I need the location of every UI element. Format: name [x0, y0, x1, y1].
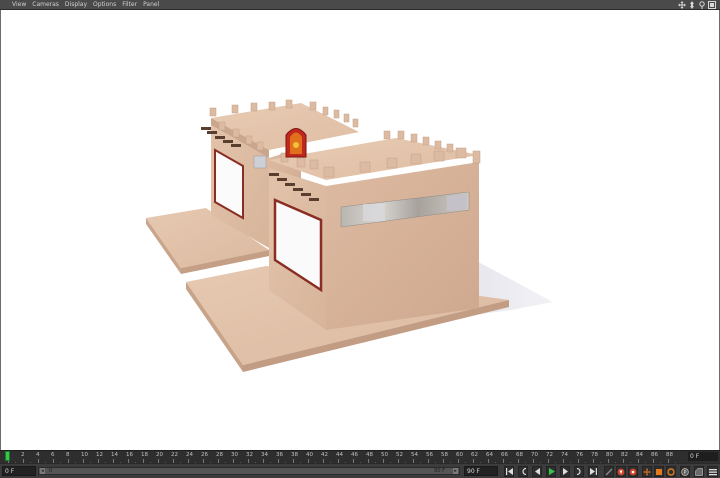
viewport-nav-icons [678, 1, 716, 9]
timeline-tick-label: 74 [561, 452, 568, 458]
timeline-tick-label: 86 [651, 452, 658, 458]
timeline-tick-label: 44 [336, 452, 343, 458]
previous-key-button[interactable] [518, 466, 528, 477]
range-start-value: 0 [49, 468, 53, 474]
timeline-tick-label: 52 [396, 452, 403, 458]
next-frame-button[interactable] [560, 466, 570, 477]
timeline-options-button[interactable] [707, 466, 718, 477]
timeline-tick-label: 68 [516, 452, 523, 458]
record-active-button[interactable] [616, 466, 626, 477]
preview-range-slider[interactable]: ◂ 0 90 F ▸ [38, 467, 460, 475]
timeline-tick-label: 2 [21, 452, 25, 458]
timeline-tick-label: 42 [321, 452, 328, 458]
timeline-tick-label: 82 [621, 452, 628, 458]
timeline-tick-label: 22 [171, 452, 178, 458]
timeline-tick-label: 70 [531, 452, 538, 458]
timeline-tick-label: 50 [381, 452, 388, 458]
timeline-tick-label: 10 [81, 452, 88, 458]
timeline-tick-label: 46 [351, 452, 358, 458]
timeline-tick-label: 8 [66, 452, 70, 458]
range-end-label: 90 F [434, 468, 445, 474]
timeline-tick-label: 62 [471, 452, 478, 458]
start-frame-field[interactable]: 0 F [2, 466, 36, 476]
timeline-tick-label: 64 [486, 452, 493, 458]
svg-text:P: P [683, 470, 686, 476]
timeline-tick-label: 54 [411, 452, 418, 458]
key-position-button[interactable] [642, 466, 652, 477]
timeline-tick-label: 88 [666, 452, 673, 458]
viewport-menubar: View Cameras Display Options Filter Pane… [0, 0, 720, 10]
viewport-3d[interactable] [0, 10, 720, 450]
range-end-handle[interactable]: ▸ [453, 468, 458, 474]
range-start-handle[interactable]: ◂ [40, 468, 45, 474]
timeline-tick-label: 24 [186, 452, 193, 458]
menu-display[interactable]: Display [62, 0, 90, 10]
key-point-level-button[interactable] [694, 466, 704, 477]
timeline-tick-label: 16 [126, 452, 133, 458]
timeline-tick-label: 26 [201, 452, 208, 458]
timeline-tick-label: 36 [276, 452, 283, 458]
timeline-tick-label: 58 [441, 452, 448, 458]
key-scale-button[interactable] [654, 466, 664, 477]
timeline-tick-label: 34 [261, 452, 268, 458]
timeline-playhead[interactable] [5, 451, 10, 461]
timeline-tick-label: 12 [96, 452, 103, 458]
menu-cameras[interactable]: Cameras [29, 0, 62, 10]
autokey-button[interactable] [628, 466, 638, 477]
scene-render [146, 99, 553, 372]
next-key-button[interactable] [574, 466, 584, 477]
menu-options[interactable]: Options [90, 0, 119, 10]
timeline-tick-label: 20 [156, 452, 163, 458]
timeline-tick-label: 32 [246, 452, 253, 458]
timeline-tick-label: 38 [291, 452, 298, 458]
timeline-tick-label: 66 [501, 452, 508, 458]
previous-frame-button[interactable] [532, 466, 542, 477]
play-button[interactable] [546, 466, 556, 477]
go-to-start-button[interactable] [504, 466, 514, 477]
timeline-tick-label: 28 [216, 452, 223, 458]
end-frame-field[interactable]: 90 F [464, 466, 498, 476]
timeline-ruler[interactable]: 0246810121416182022242628303234363840424… [0, 450, 720, 464]
record-keys-button[interactable] [604, 466, 614, 477]
timeline-tick-label: 30 [231, 452, 238, 458]
current-frame-field[interactable]: 0 F [688, 452, 718, 461]
right-building [269, 128, 481, 330]
menu-filter[interactable]: Filter [119, 0, 140, 10]
key-parameter-button[interactable]: P [680, 466, 690, 477]
toggle-layout-icon[interactable] [708, 1, 716, 9]
menu-view[interactable]: View [9, 0, 29, 10]
transport-bar: 0 F ◂ 0 90 F ▸ 90 F P [0, 463, 720, 478]
timeline-tick-label: 56 [426, 452, 433, 458]
menu-panel[interactable]: Panel [140, 0, 162, 10]
timeline-tick-label: 18 [141, 452, 148, 458]
timeline-tick-label: 48 [366, 452, 373, 458]
timeline-tick-label: 76 [576, 452, 583, 458]
timeline-tick-label: 80 [606, 452, 613, 458]
timeline-tick-label: 14 [111, 452, 118, 458]
timeline-tick-label: 78 [591, 452, 598, 458]
move-view-icon[interactable] [678, 1, 686, 9]
timeline-tick-label: 6 [51, 452, 55, 458]
timeline-tick-label: 40 [306, 452, 313, 458]
timeline-tick-label: 72 [546, 452, 553, 458]
timeline-tick-label: 4 [36, 452, 40, 458]
zoom-view-icon[interactable] [698, 1, 706, 9]
timeline-tick-label: 60 [456, 452, 463, 458]
scroll-view-icon[interactable] [688, 1, 696, 9]
key-rotation-button[interactable] [666, 466, 676, 477]
go-to-end-button[interactable] [588, 466, 598, 477]
timeline-tick-label: 84 [636, 452, 643, 458]
